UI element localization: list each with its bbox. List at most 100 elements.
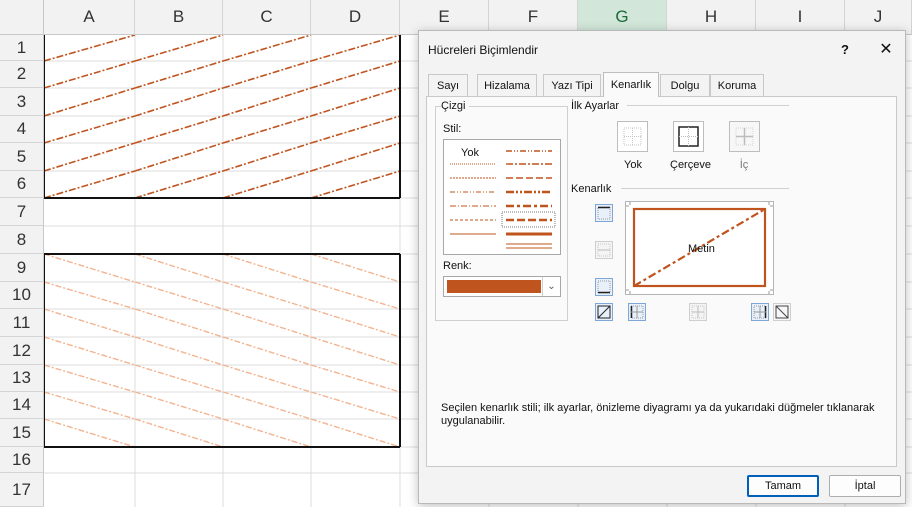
tab-dolgu[interactable]: Dolgu xyxy=(660,74,710,96)
cell-diagonal-up-border xyxy=(222,170,312,199)
border-bottom-icon xyxy=(597,280,611,294)
tab-hizalama[interactable]: Hizalama xyxy=(477,74,537,96)
cell-diagonal-down-border xyxy=(134,336,224,366)
chevron-down-icon[interactable]: ⌄ xyxy=(542,277,560,296)
cell-diagonal-down-border xyxy=(134,281,224,310)
row-header[interactable]: 16 xyxy=(0,447,44,473)
row-header[interactable]: 15 xyxy=(0,419,44,447)
row-header[interactable]: 6 xyxy=(0,171,44,198)
cell-diagonal-up-border xyxy=(222,87,312,117)
dialog-title: Hücreleri Biçimlendir xyxy=(428,43,539,57)
border-left-icon xyxy=(630,305,644,319)
cell-diagonal-down-border xyxy=(134,308,224,338)
row-header[interactable]: 9 xyxy=(0,254,44,282)
cell-diagonal-down-border xyxy=(43,308,136,338)
line-style-samples xyxy=(450,150,556,249)
cell-diagonal-up-border xyxy=(222,34,312,62)
cell-diagonal-up-border xyxy=(310,170,401,199)
row-header[interactable]: 8 xyxy=(0,226,44,254)
preset-outline-label: Çerçeve xyxy=(670,159,711,171)
border-preview[interactable]: Metin xyxy=(625,201,774,295)
cell-diagonal-down-border xyxy=(310,281,401,310)
border-divider xyxy=(621,188,789,189)
row-header[interactable]: 12 xyxy=(0,337,44,365)
presets-title: İlk Ayarlar xyxy=(571,100,624,112)
preset-inside-button[interactable] xyxy=(729,121,760,152)
cell-diagonal-up-border xyxy=(310,87,401,117)
border-middle-horizontal-button[interactable] xyxy=(595,241,613,259)
row-header[interactable]: 13 xyxy=(0,365,44,392)
cell-diagonal-down-border xyxy=(222,308,312,338)
excel-window: ABCDEFGHIJ 1 2 3 4 5 6 7 8 9 10 11 12 13 14 15 16 17 Hüc… xyxy=(0,0,912,507)
row-header[interactable]: 14 xyxy=(0,392,44,419)
cell-diagonal-up-border xyxy=(310,115,401,144)
cell-diagonal-down-border xyxy=(310,253,401,283)
border-vertical-icon xyxy=(691,305,705,319)
border-diagonal-down-button[interactable] xyxy=(773,303,791,321)
cell-diagonal-down-border xyxy=(222,281,312,310)
border-top-button[interactable] xyxy=(595,204,613,222)
cell-diagonal-down-border xyxy=(43,418,136,448)
cell-diagonal-up-border xyxy=(43,60,136,89)
border-left-button[interactable] xyxy=(628,303,646,321)
cell-diagonal-down-border xyxy=(310,418,401,448)
cell-diagonal-down-border xyxy=(134,253,224,283)
border-inside-icon xyxy=(735,127,754,146)
cell-diagonal-down-border xyxy=(43,391,136,420)
preset-inside-label: İç xyxy=(739,159,749,171)
cell-diagonal-down-border xyxy=(310,391,401,420)
column-header[interactable]: A xyxy=(44,0,135,35)
description-text: Seçilen kenarlık stili; ilk ayarlar, öni… xyxy=(441,402,875,427)
cell-diagonal-down-border xyxy=(222,418,312,448)
cell-diagonal-up-border xyxy=(134,142,224,172)
cell-diagonal-down-border xyxy=(310,308,401,338)
cell-diagonal-up-border xyxy=(43,170,136,199)
cancel-button[interactable]: İptal xyxy=(829,475,901,497)
cell-diagonal-down-border xyxy=(222,253,312,283)
ok-button[interactable]: Tamam xyxy=(747,475,819,497)
border-none-icon xyxy=(623,127,642,146)
tab-yazi-tipi[interactable]: Yazı Tipi xyxy=(543,74,601,96)
column-header[interactable]: D xyxy=(311,0,400,35)
cell-diagonal-down-border xyxy=(310,364,401,393)
tab-koruma[interactable]: Koruma xyxy=(710,74,764,96)
cell-diagonal-down-border xyxy=(222,336,312,366)
column-header[interactable]: C xyxy=(223,0,311,35)
row-header[interactable]: 17 xyxy=(0,473,44,507)
cell-diagonal-up-border xyxy=(43,87,136,117)
border-middle-vertical-button[interactable] xyxy=(689,303,707,321)
cell-diagonal-down-border xyxy=(310,336,401,366)
tab-sayi[interactable]: Sayı xyxy=(428,74,468,96)
line-style-list[interactable]: Yok xyxy=(443,139,561,255)
row-header[interactable]: 5 xyxy=(0,143,44,171)
row-header[interactable]: 10 xyxy=(0,282,44,309)
column-header[interactable]: B xyxy=(135,0,223,35)
border-diagonal-up-button[interactable] xyxy=(595,303,613,321)
diagonal-up-icon xyxy=(597,305,611,319)
help-button[interactable]: ? xyxy=(835,39,855,59)
row-header[interactable]: 4 xyxy=(0,116,44,143)
color-dropdown[interactable]: ⌄ xyxy=(443,276,561,297)
row-header[interactable]: 7 xyxy=(0,198,44,226)
style-label: Stil: xyxy=(443,123,462,135)
cell-diagonal-down-border xyxy=(134,391,224,420)
border-group-title: Kenarlık xyxy=(571,183,616,195)
row-header[interactable]: 3 xyxy=(0,88,44,116)
row-header[interactable]: 11 xyxy=(0,309,44,337)
close-button[interactable]: ✕ xyxy=(875,38,897,60)
row-header[interactable]: 1 xyxy=(0,35,44,61)
cell-diagonal-down-border xyxy=(43,364,136,393)
cell-diagonal-down-border xyxy=(43,253,136,283)
border-bottom-button[interactable] xyxy=(595,278,613,296)
preset-outline-button[interactable] xyxy=(673,121,704,152)
border-top-icon xyxy=(597,206,611,220)
cell-diagonal-up-border xyxy=(134,170,224,199)
diagonal-down-icon xyxy=(775,305,789,319)
border-right-button[interactable] xyxy=(751,303,769,321)
cell-diagonal-up-border xyxy=(134,34,224,62)
row-header[interactable]: 2 xyxy=(0,61,44,88)
line-group-title: Çizgi xyxy=(441,100,470,112)
select-all-corner[interactable] xyxy=(0,0,44,35)
preset-none-button[interactable] xyxy=(617,121,648,152)
tab-kenarlik[interactable]: Kenarlık xyxy=(603,72,659,97)
